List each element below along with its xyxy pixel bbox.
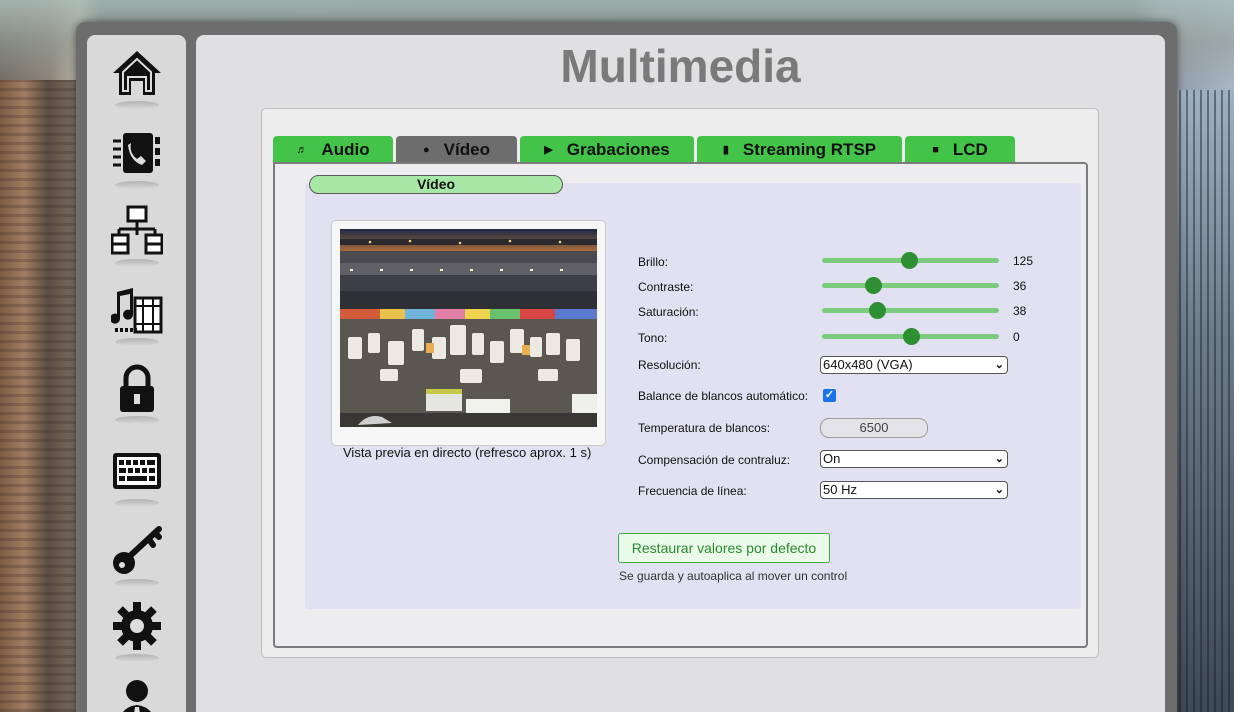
stream-icon: ▮ [722,144,729,156]
restore-defaults-button[interactable]: Restaurar valores por defecto [618,533,830,563]
tab-label: Vídeo [443,139,490,159]
sidebar-item-security[interactable] [109,360,165,424]
screen-icon: ■ [932,143,939,156]
multimedia-icon [111,288,163,334]
gear-icon [113,602,161,650]
saturation-value: 38 [1013,304,1027,318]
saturation-slider[interactable] [822,302,999,319]
chevron-down-icon: ⌄ [994,453,1004,465]
resolution-label: Resolución: [638,358,701,372]
resolution-value: 640x480 (VGA) [823,357,913,372]
slider-thumb[interactable] [900,252,918,269]
tab-video[interactable]: ● Vídeo [396,136,517,163]
brightness-slider[interactable] [822,252,999,269]
sidebar-item-phonebook[interactable] [109,125,165,189]
line-freq-label: Frecuencia de línea: [638,484,747,498]
line-freq-value: 50 Hz [823,482,857,497]
backlight-value: On [823,451,841,466]
resolution-select[interactable]: 640x480 (VGA) ⌄ [820,356,1008,374]
sidebar-item-access[interactable] [109,523,165,587]
line-freq-select[interactable]: 50 Hz ⌄ [820,481,1008,499]
lock-icon [120,364,154,412]
auto-wb-checkbox[interactable]: ✓ [823,389,836,402]
auto-wb-label: Balance de blancos automático: [638,389,809,403]
preview-caption: Vista previa en directo (refresco aprox.… [343,445,592,460]
wb-temp-field[interactable]: 6500 [820,418,928,438]
contrast-value: 36 [1013,279,1027,293]
network-icon [111,205,163,255]
tab-label: Audio [321,139,370,159]
section-title: Vídeo [309,175,563,194]
sidebar-item-settings[interactable] [109,598,165,662]
slider-thumb[interactable] [868,302,886,319]
keyboard-icon [113,453,161,489]
key-icon [113,526,162,574]
tab-audio[interactable]: ♬ Audio [273,136,393,163]
background-city-left [0,80,80,712]
background-city-right [1172,90,1234,712]
sidebar-item-keyboard[interactable] [109,443,165,507]
brightness-label: Brillo: [638,255,669,269]
contrast-slider[interactable] [822,277,999,294]
tab-label: Grabaciones [566,139,670,159]
page-title: Multimedia [560,40,801,92]
preview-card [331,220,606,446]
camera-icon: ● [423,143,430,156]
sidebar [87,35,186,712]
hue-slider[interactable] [822,328,999,345]
saturation-label: Saturación: [638,305,699,319]
contrast-label: Contraste: [638,280,694,294]
phonebook-icon [113,133,160,173]
chevron-down-icon: ⌄ [994,484,1004,496]
sidebar-item-multimedia[interactable] [109,282,165,346]
live-preview-image [340,229,597,427]
autosave-hint: Se guarda y autoaplica al mover un contr… [619,569,848,583]
sidebar-item-home[interactable] [109,45,165,109]
tab-label: Streaming RTSP [742,139,877,159]
backlight-select[interactable]: On ⌄ [820,450,1008,468]
home-icon [113,51,161,95]
music-note-icon: ♬ [296,143,308,156]
tab-streaming-rtsp[interactable]: ▮ Streaming RTSP [697,136,902,163]
tab-recordings[interactable]: ▶ Grabaciones [520,136,694,163]
sidebar-item-network[interactable] [109,203,165,267]
tab-lcd[interactable]: ■ LCD [905,136,1015,163]
chevron-down-icon: ⌄ [994,359,1004,371]
hue-value: 0 [1013,330,1020,344]
tab-label: LCD [952,139,988,159]
user-icon [123,680,151,712]
wb-temp-label: Temperatura de blancos: [638,421,771,435]
sidebar-item-users[interactable] [109,675,165,712]
hue-label: Tono: [638,331,668,345]
slider-thumb[interactable] [902,328,920,345]
backlight-label: Compensación de contraluz: [638,453,791,467]
play-icon: ▶ [544,144,553,156]
brightness-value: 125 [1013,254,1034,268]
